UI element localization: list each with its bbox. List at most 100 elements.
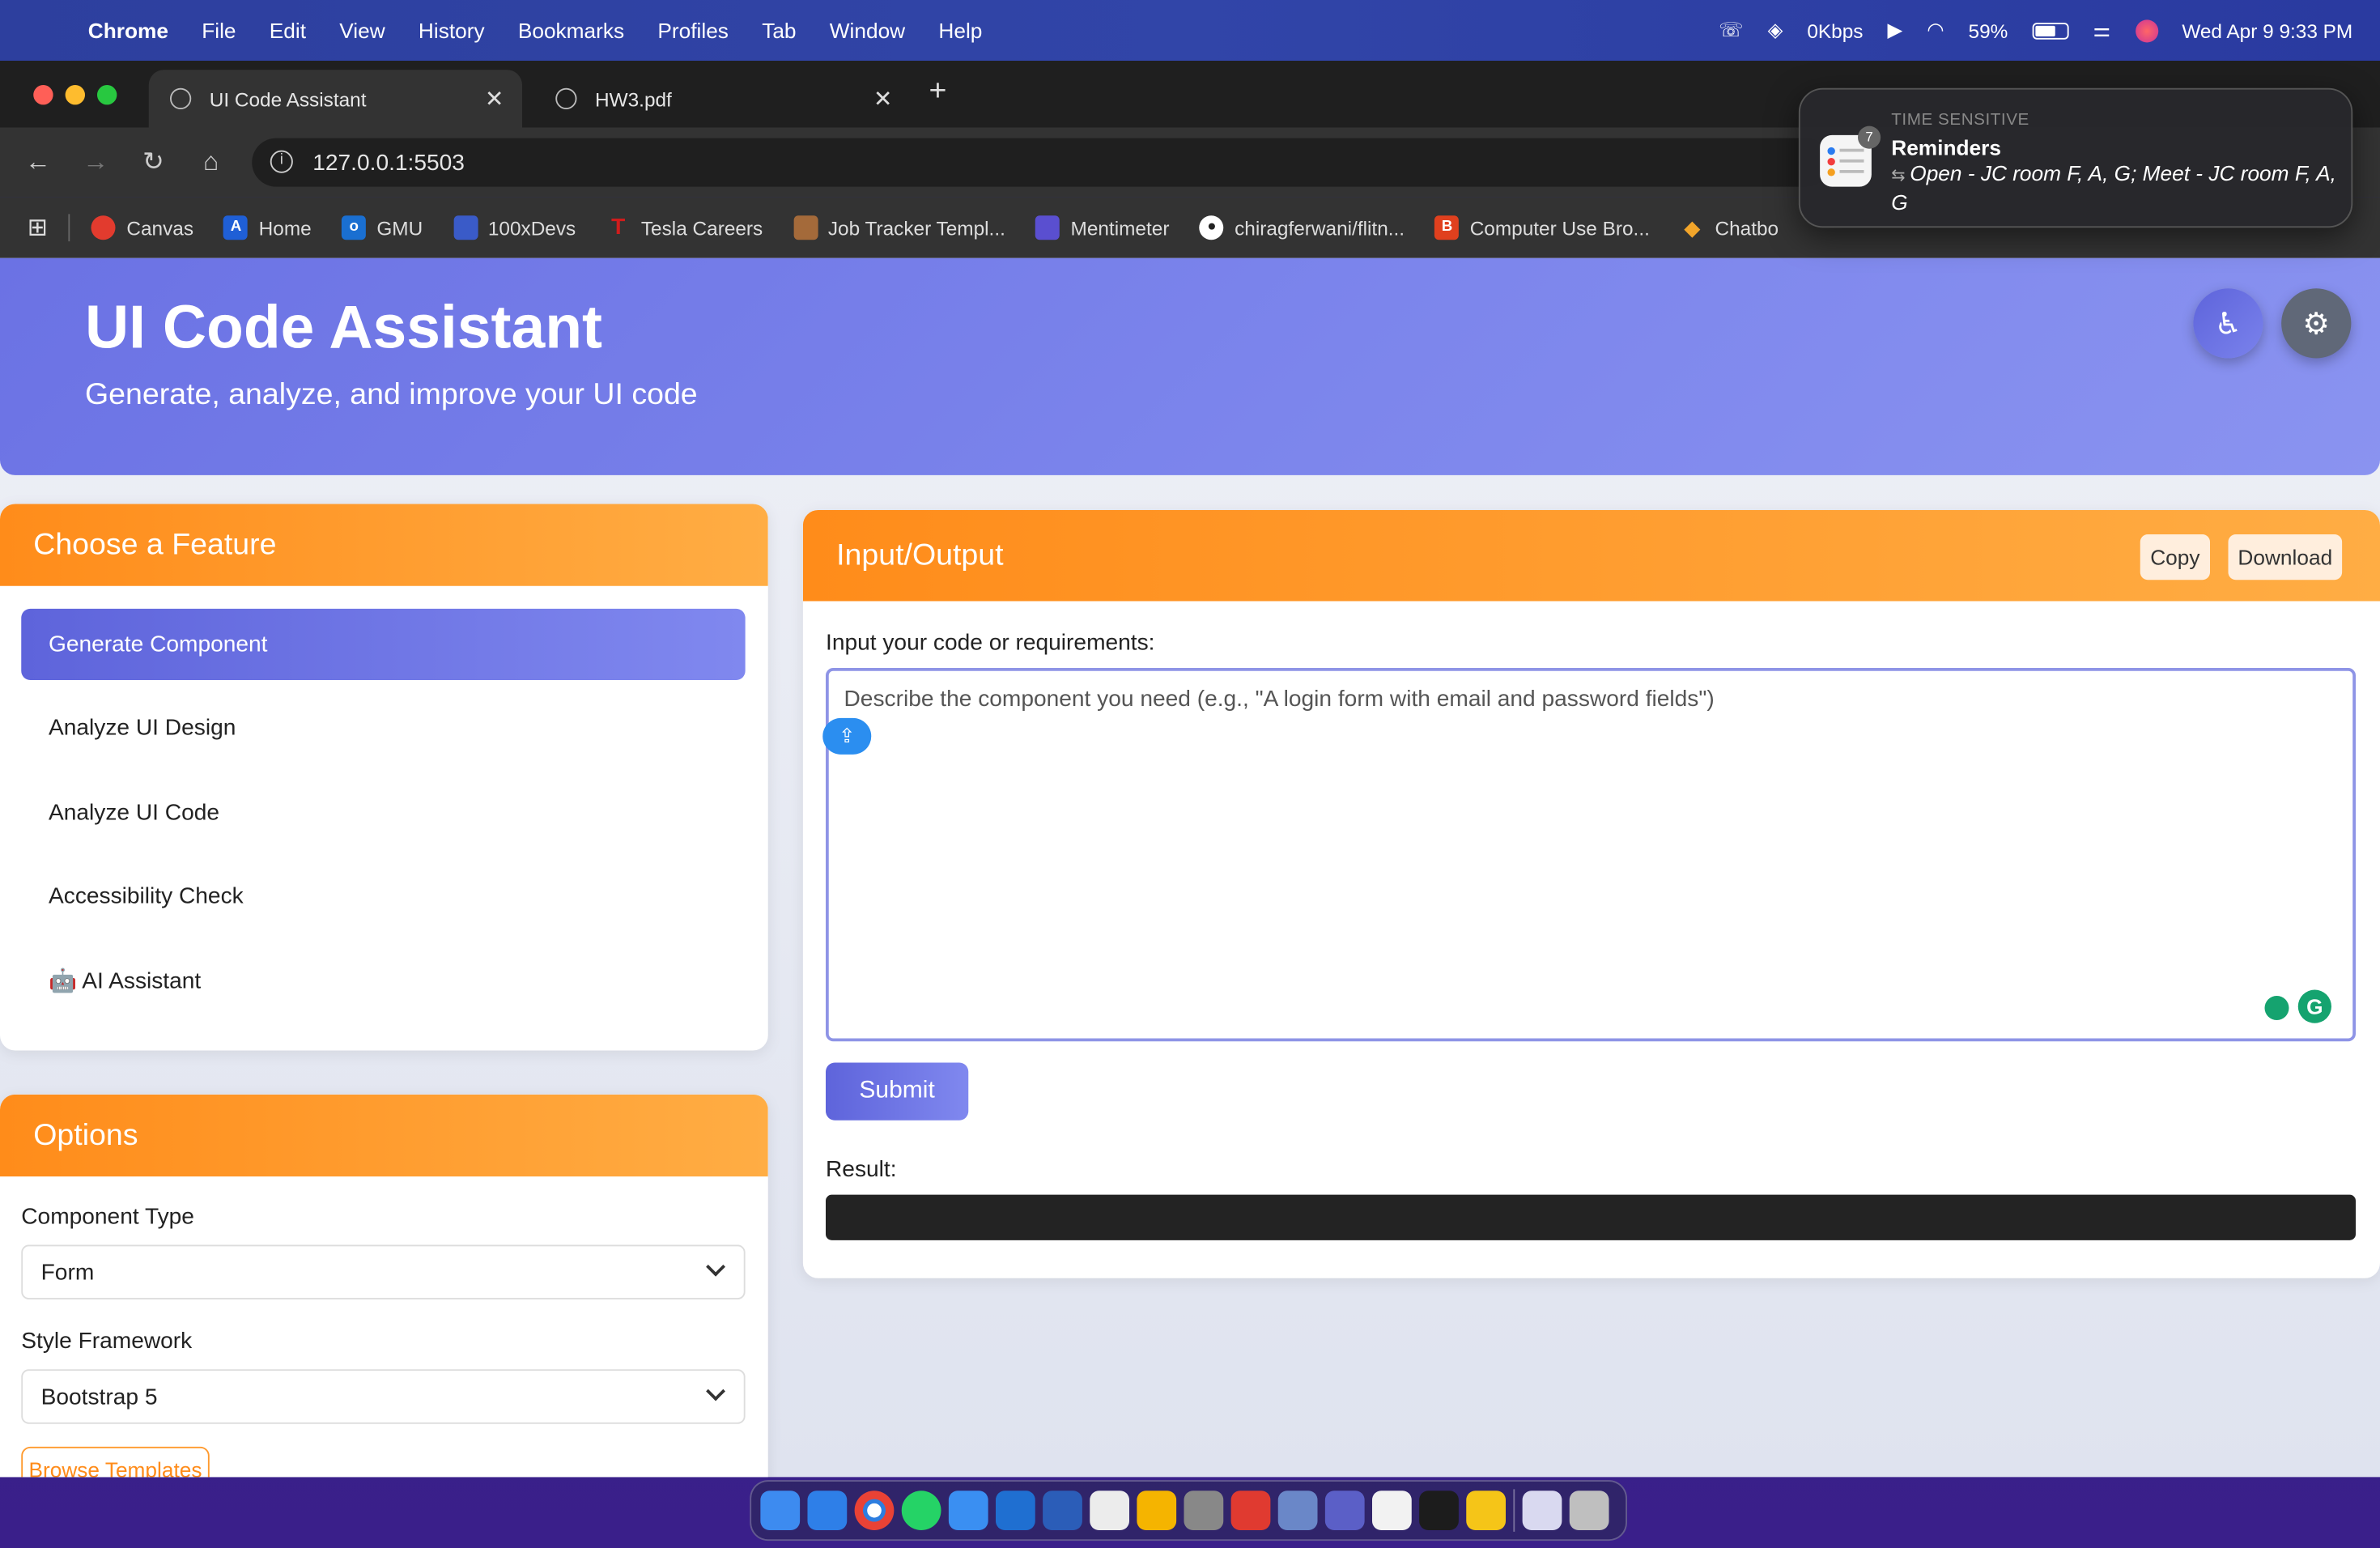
- teams-icon[interactable]: [1324, 1491, 1365, 1530]
- browse-templates-button[interactable]: Browse Templates: [21, 1446, 210, 1478]
- menu-help[interactable]: Help: [938, 19, 982, 43]
- extension-upload-icon[interactable]: ⇪: [822, 717, 872, 755]
- preview-icon[interactable]: [1277, 1491, 1318, 1530]
- outlook-icon: o: [342, 215, 367, 240]
- zoom-window-button[interactable]: [97, 85, 117, 105]
- download-button[interactable]: Download: [2228, 534, 2343, 580]
- system-settings-icon[interactable]: [1184, 1491, 1224, 1530]
- new-tab-icon[interactable]: +: [929, 74, 947, 109]
- close-tab-icon[interactable]: ✕: [873, 85, 893, 113]
- terminal-icon[interactable]: [1419, 1491, 1459, 1530]
- globe-icon: [170, 87, 192, 109]
- component-type-select[interactable]: Form: [21, 1244, 746, 1299]
- globe-icon: [555, 87, 577, 109]
- home-icon[interactable]: ⌂: [182, 147, 240, 178]
- forward-arrow-icon[interactable]: →: [67, 147, 125, 178]
- vscode-icon[interactable]: [996, 1491, 1035, 1530]
- battery-icon[interactable]: [2032, 22, 2069, 39]
- menu-profiles[interactable]: Profiles: [657, 19, 729, 43]
- keep-icon[interactable]: [1137, 1491, 1177, 1530]
- mail-icon[interactable]: [948, 1491, 988, 1530]
- bookmark-computer-use[interactable]: B Computer Use Bro...: [1434, 215, 1650, 240]
- bookmark-home[interactable]: A Home: [223, 215, 312, 240]
- bookmark-chatbo[interactable]: ◆ Chatbo: [1680, 215, 1779, 240]
- canvas-icon: [91, 215, 117, 240]
- bookmark-divider: [69, 214, 71, 242]
- feature-generate-component[interactable]: Generate Component: [21, 608, 746, 680]
- clock[interactable]: Wed Apr 9 9:33 PM: [2182, 19, 2352, 41]
- feature-analyze-ui-design[interactable]: Analyze UI Design: [21, 692, 745, 763]
- copy-button[interactable]: Copy: [2140, 534, 2210, 580]
- accessibility-button[interactable]: ♿: [2193, 288, 2263, 359]
- tab-ui-code-assistant[interactable]: UI Code Assistant ✕: [148, 70, 522, 128]
- feature-ai-assistant[interactable]: 🤖 AI Assistant: [21, 944, 745, 1015]
- close-window-button[interactable]: [33, 85, 53, 105]
- reminders-notification[interactable]: 7 TIME SENSITIVE Reminders ⇆ Open - JC r…: [1798, 87, 2353, 228]
- bookmark-100xdevs[interactable]: 100xDevs: [453, 215, 576, 240]
- word-icon[interactable]: [1043, 1491, 1082, 1530]
- requirements-textarea[interactable]: Describe the component you need (e.g., "…: [822, 668, 2356, 1042]
- gear-icon: ⚙: [2302, 307, 2331, 341]
- notes-tool-icon[interactable]: [1090, 1491, 1129, 1530]
- bookmark-tesla[interactable]: T Tesla Careers: [606, 215, 763, 240]
- network-speed[interactable]: 0Kbps: [1807, 19, 1863, 41]
- menu-view[interactable]: View: [339, 19, 385, 43]
- status-area: ☏ ◈ 0Kbps ▶ ◠ 59% ⚌ Wed Apr 9 9:33 PM: [1719, 0, 2352, 61]
- safari-icon[interactable]: [807, 1491, 848, 1530]
- close-tab-icon[interactable]: ✕: [485, 85, 504, 113]
- bookmark-github[interactable]: ● chiragferwani/flitn...: [1199, 215, 1405, 240]
- github-icon: ●: [1199, 215, 1224, 240]
- 100xdevs-icon: [453, 215, 478, 240]
- web-page: UI Code Assistant Generate, analyze, and…: [0, 257, 2380, 1478]
- teams-status-icon[interactable]: ☏: [1719, 19, 1743, 43]
- address-bar[interactable]: i 127.0.0.1:5503: [252, 138, 1831, 187]
- grammarly-icon[interactable]: G: [2297, 989, 2331, 1023]
- battery-percent[interactable]: 59%: [1969, 19, 2008, 41]
- bookmark-mentimeter[interactable]: Mentimeter: [1035, 215, 1169, 240]
- cyberduck-icon[interactable]: [1466, 1491, 1506, 1530]
- window-controls: [33, 85, 117, 105]
- wifi-icon[interactable]: ◠: [1927, 19, 1944, 43]
- siri-icon[interactable]: [2135, 19, 2158, 42]
- submit-button[interactable]: Submit: [826, 1062, 969, 1121]
- finder-icon[interactable]: [760, 1491, 801, 1530]
- chatbot-icon: ◆: [1684, 215, 1701, 240]
- chrome-icon[interactable]: [854, 1491, 895, 1530]
- chevron-down-icon: [706, 1257, 725, 1277]
- feature-accessibility-check[interactable]: Accessibility Check: [21, 861, 745, 932]
- control-center-icon[interactable]: ⚌: [2093, 19, 2110, 43]
- bookmark-label: Chatbo: [1715, 216, 1779, 240]
- reminders-dock-icon[interactable]: [1372, 1491, 1412, 1530]
- notification-badge: 7: [1858, 125, 1881, 149]
- settings-button[interactable]: ⚙: [2281, 288, 2352, 359]
- mentimeter-icon: [1035, 215, 1060, 240]
- options-card: Options Component Type Form Style Framew…: [0, 1094, 768, 1478]
- reload-icon[interactable]: ↻: [125, 147, 182, 178]
- apps-grid-icon[interactable]: ⊞: [28, 213, 48, 244]
- play-icon[interactable]: ▶: [1888, 19, 1903, 43]
- menu-bookmarks[interactable]: Bookmarks: [518, 19, 624, 43]
- bookmark-canvas[interactable]: Canvas: [91, 215, 193, 240]
- back-arrow-icon[interactable]: ←: [9, 147, 66, 178]
- menu-edit[interactable]: Edit: [270, 19, 306, 43]
- style-framework-select[interactable]: Bootstrap 5: [21, 1369, 746, 1424]
- menu-file[interactable]: File: [202, 19, 236, 43]
- trash-icon[interactable]: [1569, 1491, 1609, 1530]
- menu-window[interactable]: Window: [830, 19, 905, 43]
- feature-analyze-ui-code[interactable]: Analyze UI Code: [21, 777, 745, 848]
- whatsapp-icon[interactable]: [901, 1491, 941, 1530]
- lightbulb-icon[interactable]: [2264, 996, 2289, 1020]
- menu-tab[interactable]: Tab: [762, 19, 796, 43]
- recent-window-icon[interactable]: [1522, 1491, 1562, 1530]
- tab-hw3-pdf[interactable]: HW3.pdf ✕: [534, 70, 911, 127]
- minimize-window-button[interactable]: [65, 85, 85, 105]
- menu-app-name[interactable]: Chrome: [88, 19, 168, 43]
- site-info-icon[interactable]: i: [270, 150, 293, 173]
- result-output: [826, 1194, 2356, 1240]
- home-bookmark-icon: A: [223, 215, 249, 240]
- bookmark-gmu[interactable]: o GMU: [342, 215, 423, 240]
- layers-icon[interactable]: ◈: [1768, 19, 1783, 43]
- pdf-app-icon[interactable]: [1230, 1491, 1271, 1530]
- menu-history[interactable]: History: [419, 19, 485, 43]
- bookmark-job-tracker[interactable]: Job Tracker Templ...: [793, 215, 1005, 240]
